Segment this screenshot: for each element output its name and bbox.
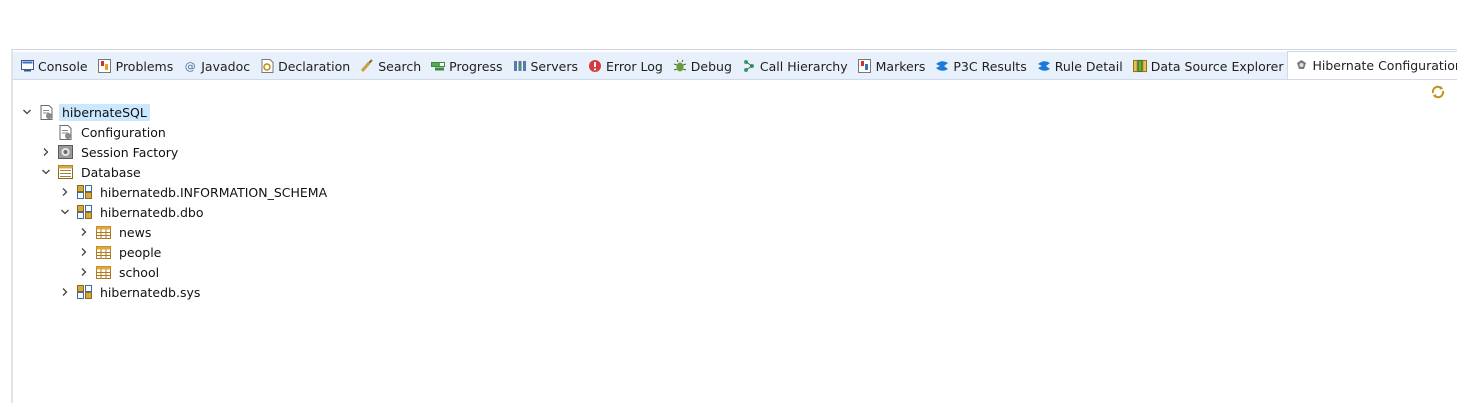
chevron-down-icon[interactable] xyxy=(58,205,72,219)
tree-label: school xyxy=(116,264,162,281)
chevron-right-icon[interactable] xyxy=(58,285,72,299)
hibernate-config-icon xyxy=(39,105,54,120)
tree-item-schema[interactable]: hibernatedb.dbo xyxy=(20,202,330,222)
tab-label: Data Source Explorer xyxy=(1151,59,1284,74)
tab-markers[interactable]: Markers xyxy=(851,53,929,79)
tab-label: P3C Results xyxy=(953,59,1026,74)
tab-label: Problems xyxy=(116,59,174,74)
declaration-icon xyxy=(260,59,274,73)
debug-icon xyxy=(673,59,687,73)
tab-call-hierarchy[interactable]: Call Hierarchy xyxy=(735,53,851,79)
call-hierarchy-icon xyxy=(742,59,756,73)
tab-label: Call Hierarchy xyxy=(760,59,848,74)
markers-icon xyxy=(858,59,872,73)
tree-label: hibernatedb.dbo xyxy=(97,204,206,221)
database-icon xyxy=(58,165,73,180)
tab-label: Rule Detail xyxy=(1055,59,1123,74)
tab-console[interactable]: Console xyxy=(13,53,91,79)
tab-label: Progress xyxy=(449,59,502,74)
tree-item-configuration[interactable]: Configuration xyxy=(20,122,330,142)
chevron-right-icon[interactable] xyxy=(77,265,91,279)
tree-item-table[interactable]: school xyxy=(20,262,330,282)
tab-servers[interactable]: Servers xyxy=(506,53,582,79)
tree-label: Session Factory xyxy=(78,144,181,161)
tree-label: hibernatedb.sys xyxy=(97,284,203,301)
tab-rule-detail[interactable]: Rule Detail xyxy=(1030,53,1126,79)
data-source-icon xyxy=(1133,59,1147,73)
tree-label: people xyxy=(116,244,164,261)
schema-icon xyxy=(77,185,92,200)
tab-label: Error Log xyxy=(606,59,663,74)
table-icon xyxy=(96,225,111,240)
tree-item-table[interactable]: news xyxy=(20,222,330,242)
tree-item-root[interactable]: hibernateSQL xyxy=(20,102,330,122)
problems-icon xyxy=(98,59,112,73)
session-factory-icon xyxy=(58,145,73,160)
tab-label: Hibernate Configurations xyxy=(1313,58,1457,73)
tree-label: hibernateSQL xyxy=(59,104,150,121)
tab-problems[interactable]: Problems xyxy=(91,53,177,79)
tree-label: Database xyxy=(78,164,144,181)
schema-icon xyxy=(77,285,92,300)
progress-icon xyxy=(431,59,445,73)
configuration-tree: hibernateSQL Configuration Session Facto… xyxy=(20,102,330,302)
tab-label: Servers xyxy=(531,59,579,74)
chevron-right-icon[interactable] xyxy=(39,145,53,159)
p3c-icon xyxy=(935,59,949,73)
tab-label: Javadoc xyxy=(201,59,250,74)
tab-progress[interactable]: Progress xyxy=(424,53,505,79)
tab-label: Search xyxy=(378,59,421,74)
tab-debug[interactable]: Debug xyxy=(666,53,735,79)
tab-hibernate-configurations[interactable]: Hibernate Configurations ✕ xyxy=(1287,51,1457,79)
view-tab-bar: Console Problems @ Javadoc Declaration Se… xyxy=(13,52,1457,80)
p3c-icon xyxy=(1037,59,1051,73)
editor-area-top xyxy=(0,0,1457,50)
tree-label: Configuration xyxy=(78,124,169,141)
search-icon xyxy=(360,59,374,73)
chevron-down-icon[interactable] xyxy=(20,105,34,119)
tree-item-database[interactable]: Database xyxy=(20,162,330,182)
servers-icon xyxy=(513,59,527,73)
chevron-right-icon[interactable] xyxy=(58,185,72,199)
tree-item-session-factory[interactable]: Session Factory xyxy=(20,142,330,162)
tab-label: Debug xyxy=(691,59,732,74)
javadoc-icon: @ xyxy=(183,59,197,73)
tree-item-table[interactable]: people xyxy=(20,242,330,262)
tree-label: hibernatedb.INFORMATION_SCHEMA xyxy=(97,184,330,201)
tab-label: Markers xyxy=(876,59,926,74)
tab-javadoc[interactable]: @ Javadoc xyxy=(176,53,253,79)
chevron-right-icon[interactable] xyxy=(77,225,91,239)
tab-error-log[interactable]: Error Log xyxy=(581,53,666,79)
table-icon xyxy=(96,245,111,260)
table-icon xyxy=(96,265,111,280)
config-file-icon xyxy=(58,125,73,140)
tab-label: Console xyxy=(38,59,88,74)
chevron-down-icon[interactable] xyxy=(39,165,53,179)
schema-icon xyxy=(77,205,92,220)
tab-declaration[interactable]: Declaration xyxy=(253,53,353,79)
tab-data-source-explorer[interactable]: Data Source Explorer xyxy=(1126,53,1287,79)
tree-item-schema[interactable]: hibernatedb.sys xyxy=(20,282,330,302)
tab-p3c-results[interactable]: P3C Results xyxy=(928,53,1029,79)
tree-item-schema[interactable]: hibernatedb.INFORMATION_SCHEMA xyxy=(20,182,330,202)
error-log-icon xyxy=(588,59,602,73)
chevron-right-icon[interactable] xyxy=(77,245,91,259)
refresh-icon[interactable] xyxy=(1430,84,1446,100)
hibernate-icon xyxy=(1295,59,1309,73)
tab-label: Declaration xyxy=(278,59,350,74)
tree-label: news xyxy=(116,224,154,241)
console-icon xyxy=(20,59,34,73)
tab-search[interactable]: Search xyxy=(353,53,424,79)
